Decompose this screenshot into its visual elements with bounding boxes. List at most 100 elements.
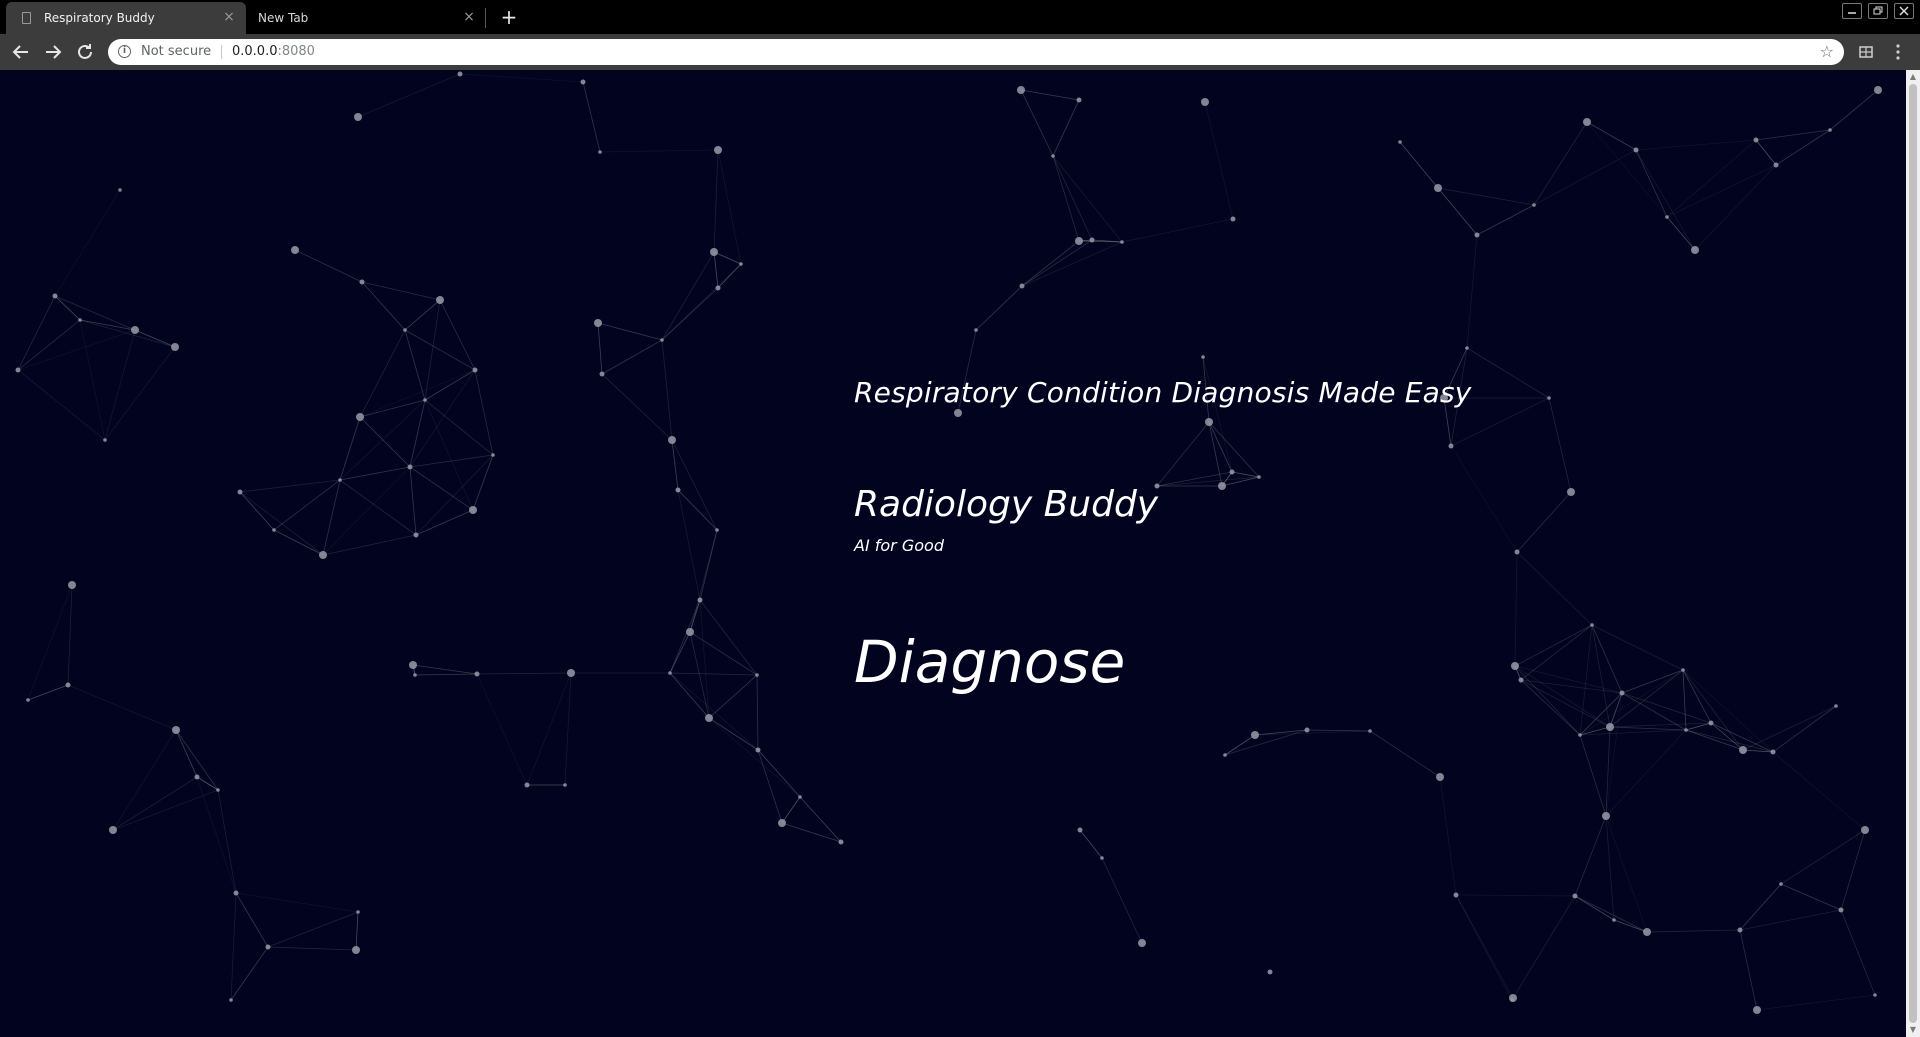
particle-dot — [1138, 939, 1146, 947]
particle-link — [717, 149, 742, 265]
particle-dot — [407, 464, 413, 470]
particle-dot — [1753, 137, 1759, 143]
particle-dot — [131, 326, 139, 334]
particle-dot — [356, 413, 364, 421]
minimize-icon[interactable] — [1842, 3, 1862, 19]
address-bar[interactable]: i Not secure 0.0.0.0:8080 ☆ — [108, 39, 1844, 65]
particle-dot — [354, 113, 362, 121]
particle-link — [689, 599, 701, 633]
particle-dot — [68, 581, 76, 589]
scroll-up-icon[interactable]: ▲ — [1906, 70, 1920, 84]
particle-link — [1739, 929, 1758, 1011]
particle-link — [1586, 121, 1637, 151]
particle-link — [757, 749, 783, 824]
particle-link — [17, 369, 106, 441]
diagnose-button[interactable]: Diagnose — [854, 628, 1125, 696]
particle-link — [357, 73, 461, 118]
particle-link — [355, 911, 359, 951]
particle-dot — [778, 819, 786, 827]
particle-link — [1101, 857, 1143, 944]
particle-link — [1605, 729, 1687, 817]
particle-link — [1756, 994, 1876, 1011]
particle-link — [1208, 421, 1223, 487]
particle-dot — [1691, 246, 1699, 254]
particle-link — [1514, 624, 1593, 667]
new-tab-button[interactable]: + — [498, 6, 520, 28]
restore-icon[interactable] — [1868, 3, 1888, 19]
scroll-down-icon[interactable]: ▼ — [1906, 1023, 1920, 1037]
particle-dot — [660, 338, 664, 342]
particle-dot — [1681, 668, 1685, 672]
particle-link — [1021, 240, 1080, 287]
particle-dot — [755, 673, 759, 677]
particle-link — [112, 789, 219, 831]
particle-link — [1466, 347, 1550, 399]
particle-link — [713, 251, 742, 265]
particle-dot — [1583, 118, 1591, 126]
particle-link — [476, 672, 572, 675]
particle-link — [597, 322, 663, 341]
browser-toolbar: i Not secure 0.0.0.0:8080 ☆ — [0, 34, 1920, 70]
particle-link — [1742, 705, 1837, 751]
particle-link — [669, 672, 759, 751]
particle-dot — [1834, 704, 1838, 708]
particle-link — [230, 892, 237, 1001]
page-scrollbar[interactable]: ▲ ▼ — [1906, 70, 1920, 1037]
menu-icon[interactable] — [1888, 42, 1908, 62]
particle-dot — [1474, 232, 1480, 238]
particle-link — [1224, 734, 1256, 756]
particle-link — [404, 329, 426, 401]
particle-link — [112, 729, 177, 831]
particle-link — [409, 369, 476, 468]
particle-link — [1204, 101, 1234, 220]
tab-new-tab[interactable]: New Tab × — [246, 2, 486, 34]
particle-link — [677, 489, 718, 531]
particle-link — [1533, 149, 1637, 206]
particle-link — [1840, 909, 1876, 996]
particle-dot — [974, 328, 978, 332]
particle-link — [459, 73, 584, 83]
particle-link — [689, 631, 758, 676]
particle-dot — [1051, 154, 1055, 158]
extension-icon[interactable] — [1856, 42, 1876, 62]
scrollbar-thumb[interactable] — [1909, 84, 1917, 1023]
forward-icon[interactable] — [41, 40, 65, 64]
particle-dot — [233, 890, 239, 896]
particle-dot — [798, 795, 802, 799]
security-label: Not secure — [141, 44, 212, 59]
particle-link — [1514, 551, 1518, 667]
particle-dot — [171, 343, 179, 351]
particle-link — [975, 285, 1023, 331]
particle-link — [196, 776, 237, 894]
particle-dot — [15, 367, 21, 373]
particle-dot — [1465, 346, 1469, 350]
tab-close-icon[interactable]: × — [222, 10, 236, 24]
info-icon[interactable]: i — [118, 45, 131, 58]
particle-dot — [1753, 1006, 1761, 1014]
particle-dot — [705, 714, 713, 722]
particle-dot — [359, 279, 365, 285]
particle-link — [1574, 895, 1615, 921]
particle-link — [1156, 476, 1260, 487]
particle-dot — [755, 747, 761, 753]
particle-link — [67, 584, 73, 686]
particle-link — [708, 674, 758, 719]
particle-link — [1455, 894, 1576, 897]
particle-dot — [1779, 882, 1783, 886]
particle-dot — [1453, 892, 1459, 898]
particle-link — [267, 911, 359, 948]
particle-link — [1437, 187, 1535, 206]
tab-close-icon[interactable]: × — [462, 10, 476, 24]
particle-link — [1574, 815, 1607, 897]
particle-dot — [739, 262, 743, 266]
back-icon[interactable] — [9, 40, 33, 64]
particle-link — [1613, 919, 1648, 933]
particle-link — [439, 299, 476, 371]
star-icon[interactable]: ☆ — [1820, 42, 1834, 61]
tab-respiratory-buddy[interactable]: Respiratory Buddy × — [6, 2, 246, 34]
close-window-icon[interactable] — [1894, 3, 1914, 19]
particle-link — [713, 251, 719, 289]
particle-dot — [1547, 396, 1551, 400]
particle-link — [1208, 421, 1233, 473]
reload-icon[interactable] — [73, 40, 97, 64]
